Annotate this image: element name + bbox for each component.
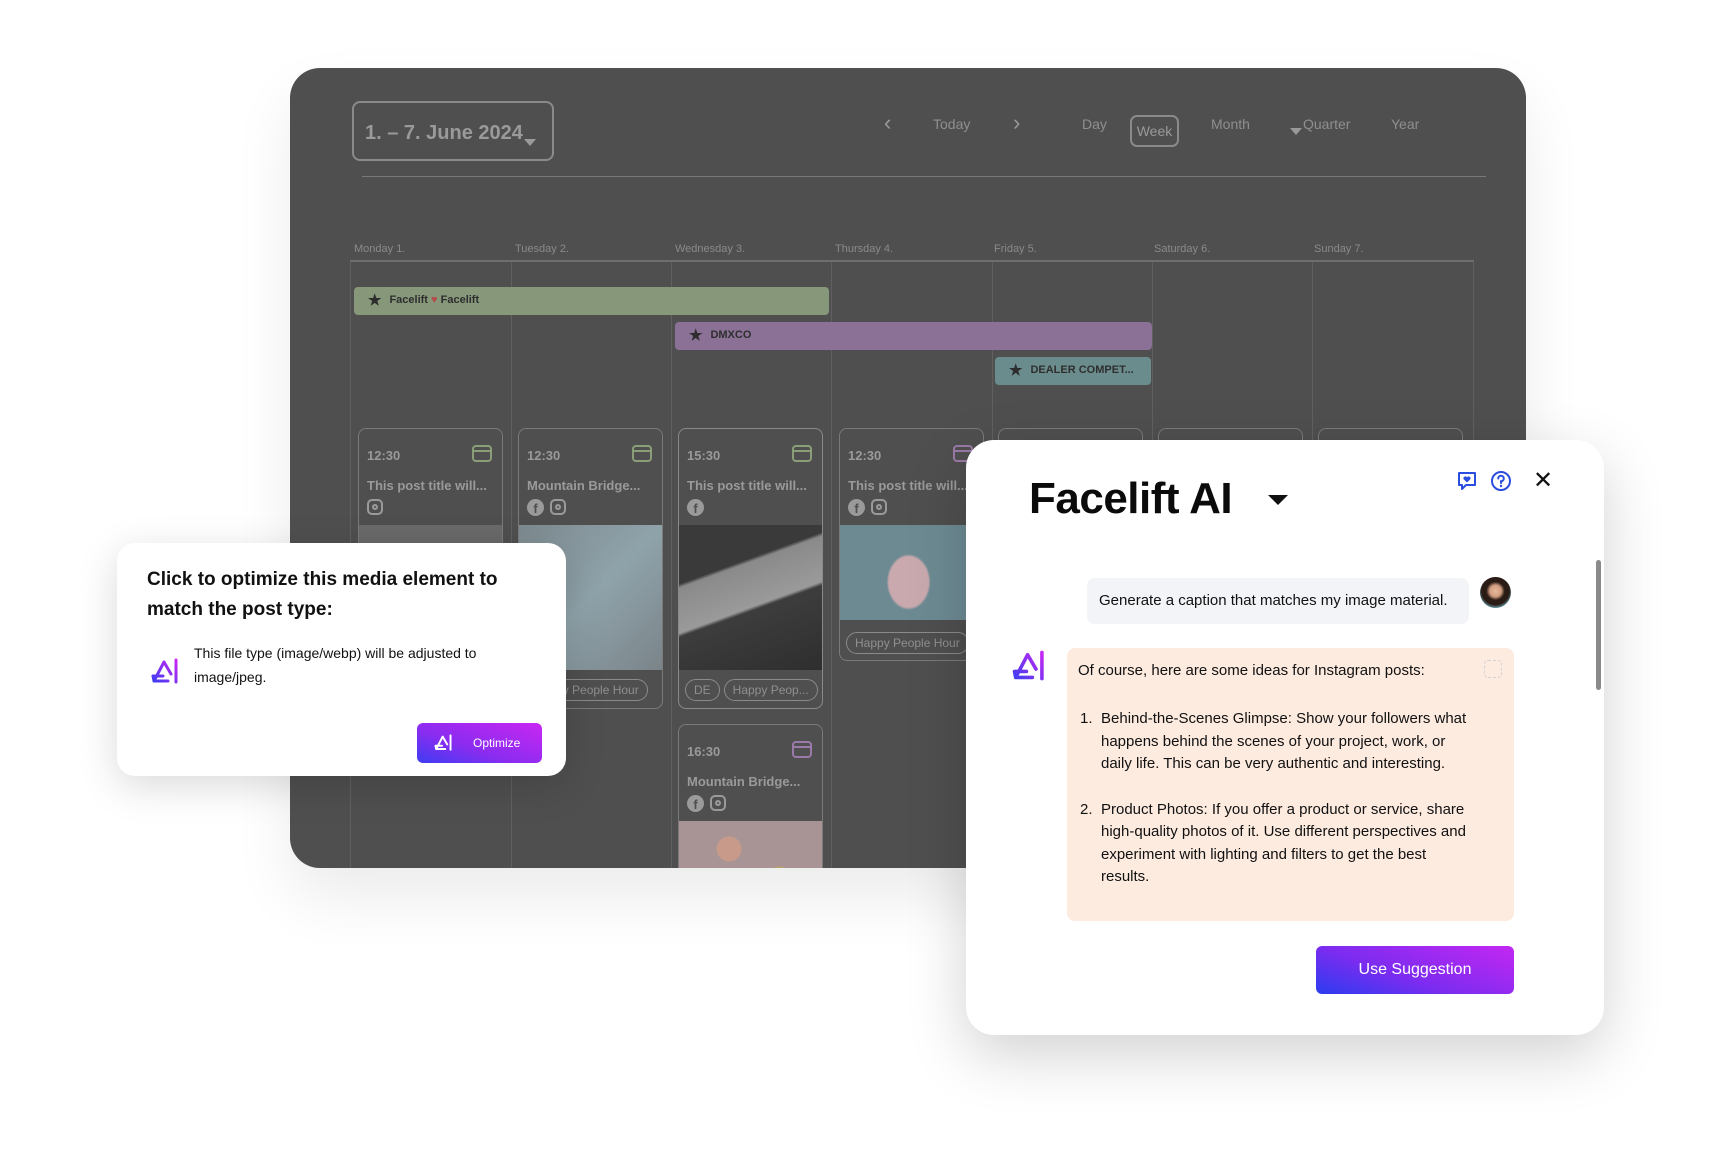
- chevron-down-icon: [524, 139, 536, 146]
- scrollbar[interactable]: [1596, 560, 1601, 690]
- suggestion-list: 1. Behind-the-Scenes Glimpse: Show your …: [1080, 708, 1476, 912]
- event-dmxco[interactable]: ★ DMXCO: [675, 322, 1152, 350]
- popup-heading: Click to optimize this media element to …: [147, 569, 498, 620]
- suggestion-item: 2. Product Photos: If you offer a produc…: [1080, 800, 1466, 886]
- tag-chip[interactable]: Happy People Hour: [846, 632, 969, 654]
- date-range-picker[interactable]: 1. – 7. June 2024: [352, 101, 554, 161]
- post-title: This post title will...: [367, 478, 487, 493]
- facebook-icon: f: [687, 795, 704, 812]
- instagram-icon: [871, 499, 887, 515]
- post-title: Mountain Bridge...: [687, 774, 801, 789]
- instagram-icon: [710, 795, 726, 811]
- next-week-button[interactable]: ›: [1013, 110, 1020, 136]
- instagram-icon: [367, 499, 383, 515]
- view-week-tab[interactable]: Week: [1130, 115, 1179, 147]
- event-label: Facelift ♥ Facelift: [389, 294, 480, 306]
- day-header-tuesday: Tuesday 2.: [515, 243, 570, 255]
- header-divider: [362, 176, 1486, 177]
- facelift-ai-logo-icon: [434, 734, 452, 751]
- optimize-media-popup: Click to optimize this media element to …: [117, 543, 566, 776]
- help-icon[interactable]: [1490, 470, 1512, 492]
- month-dropdown-icon[interactable]: [1290, 128, 1302, 135]
- tag-chip[interactable]: DE: [685, 679, 720, 701]
- ai-reply: Of course, here are some ideas for Insta…: [1067, 648, 1514, 921]
- day-header-saturday: Saturday 6.: [1154, 243, 1211, 255]
- panel-title: Facelift AI: [1029, 474, 1233, 523]
- star-icon: ★: [1009, 362, 1023, 379]
- post-title: This post title will...: [687, 478, 807, 493]
- day-header-friday: Friday 5.: [994, 243, 1037, 255]
- event-dealer-compet[interactable]: ★ DEALER COMPET...: [995, 357, 1151, 385]
- event-facelift[interactable]: ★ Facelift ♥ Facelift: [354, 287, 829, 315]
- user-avatar: [1480, 577, 1511, 608]
- today-button[interactable]: Today: [933, 116, 970, 132]
- user-message: Generate a caption that matches my image…: [1087, 578, 1469, 624]
- facelift-ai-logo-icon: [151, 658, 178, 684]
- view-month-tab[interactable]: Month: [1211, 116, 1250, 132]
- post-image: [679, 821, 822, 868]
- calendar-icon: [632, 445, 652, 462]
- post-time: 12:30: [367, 448, 401, 463]
- facelift-ai-logo-icon: [1012, 650, 1044, 681]
- use-suggestion-button[interactable]: Use Suggestion: [1316, 946, 1514, 994]
- day-header-wednesday: Wednesday 3.: [675, 243, 746, 255]
- optimize-button-label: Optimize: [473, 736, 521, 750]
- star-icon: ★: [689, 327, 703, 344]
- post-time: 12:30: [848, 448, 882, 463]
- instagram-icon: [550, 499, 566, 515]
- post-card[interactable]: 12:30 This post title will... f Happy Pe…: [839, 428, 984, 661]
- event-label: DEALER COMPET...: [1030, 364, 1134, 376]
- facebook-icon: f: [687, 499, 704, 516]
- optimize-button[interactable]: Optimize: [417, 723, 542, 763]
- reply-intro: Of course, here are some ideas for Insta…: [1078, 662, 1425, 679]
- suggestion-item: 1. Behind-the-Scenes Glimpse: Show your …: [1080, 710, 1467, 772]
- post-time: 12:30: [527, 448, 561, 463]
- calendar-icon: [472, 445, 492, 462]
- facebook-icon: f: [527, 499, 544, 516]
- close-icon[interactable]: ✕: [1533, 469, 1553, 493]
- post-time: 16:30: [687, 744, 721, 759]
- post-card[interactable]: 15:30 This post title will... f DE Happy…: [678, 428, 823, 709]
- heart-icon: ♥: [431, 294, 438, 306]
- post-image: [679, 525, 822, 670]
- day-header-thursday: Thursday 4.: [835, 243, 894, 255]
- day-header-monday: Monday 1.: [354, 243, 406, 255]
- post-time: 15:30: [687, 448, 721, 463]
- column-divider: [831, 262, 832, 868]
- column-divider: [671, 262, 672, 868]
- feedback-heart-icon[interactable]: [1456, 470, 1478, 492]
- day-header-sunday: Sunday 7.: [1314, 243, 1364, 255]
- view-day-tab[interactable]: Day: [1082, 116, 1107, 132]
- facelift-ai-panel: Facelift AI ✕ Generate a caption that ma…: [966, 440, 1604, 1035]
- post-card[interactable]: 16:30 Mountain Bridge... f: [678, 724, 823, 868]
- tag-chip[interactable]: Happy Peop...: [723, 679, 818, 701]
- facebook-icon: f: [848, 499, 865, 516]
- copy-checkbox[interactable]: [1484, 660, 1502, 678]
- post-image: [840, 525, 983, 620]
- star-icon: ★: [368, 292, 382, 309]
- grid-top-border: [350, 260, 1474, 262]
- view-year-tab[interactable]: Year: [1391, 116, 1419, 132]
- calendar-icon: [792, 741, 812, 758]
- calendar-icon: [792, 445, 812, 462]
- prev-week-button[interactable]: ‹: [884, 110, 891, 136]
- date-range-label: 1. – 7. June 2024: [365, 122, 523, 144]
- model-dropdown-icon[interactable]: [1268, 495, 1288, 505]
- popup-description: This file type (image/webp) will be adju…: [194, 645, 477, 685]
- view-quarter-tab[interactable]: Quarter: [1303, 116, 1350, 132]
- event-label: DMXCO: [710, 329, 752, 341]
- post-title: Mountain Bridge...: [527, 478, 641, 493]
- post-title: This post title will...: [848, 478, 968, 493]
